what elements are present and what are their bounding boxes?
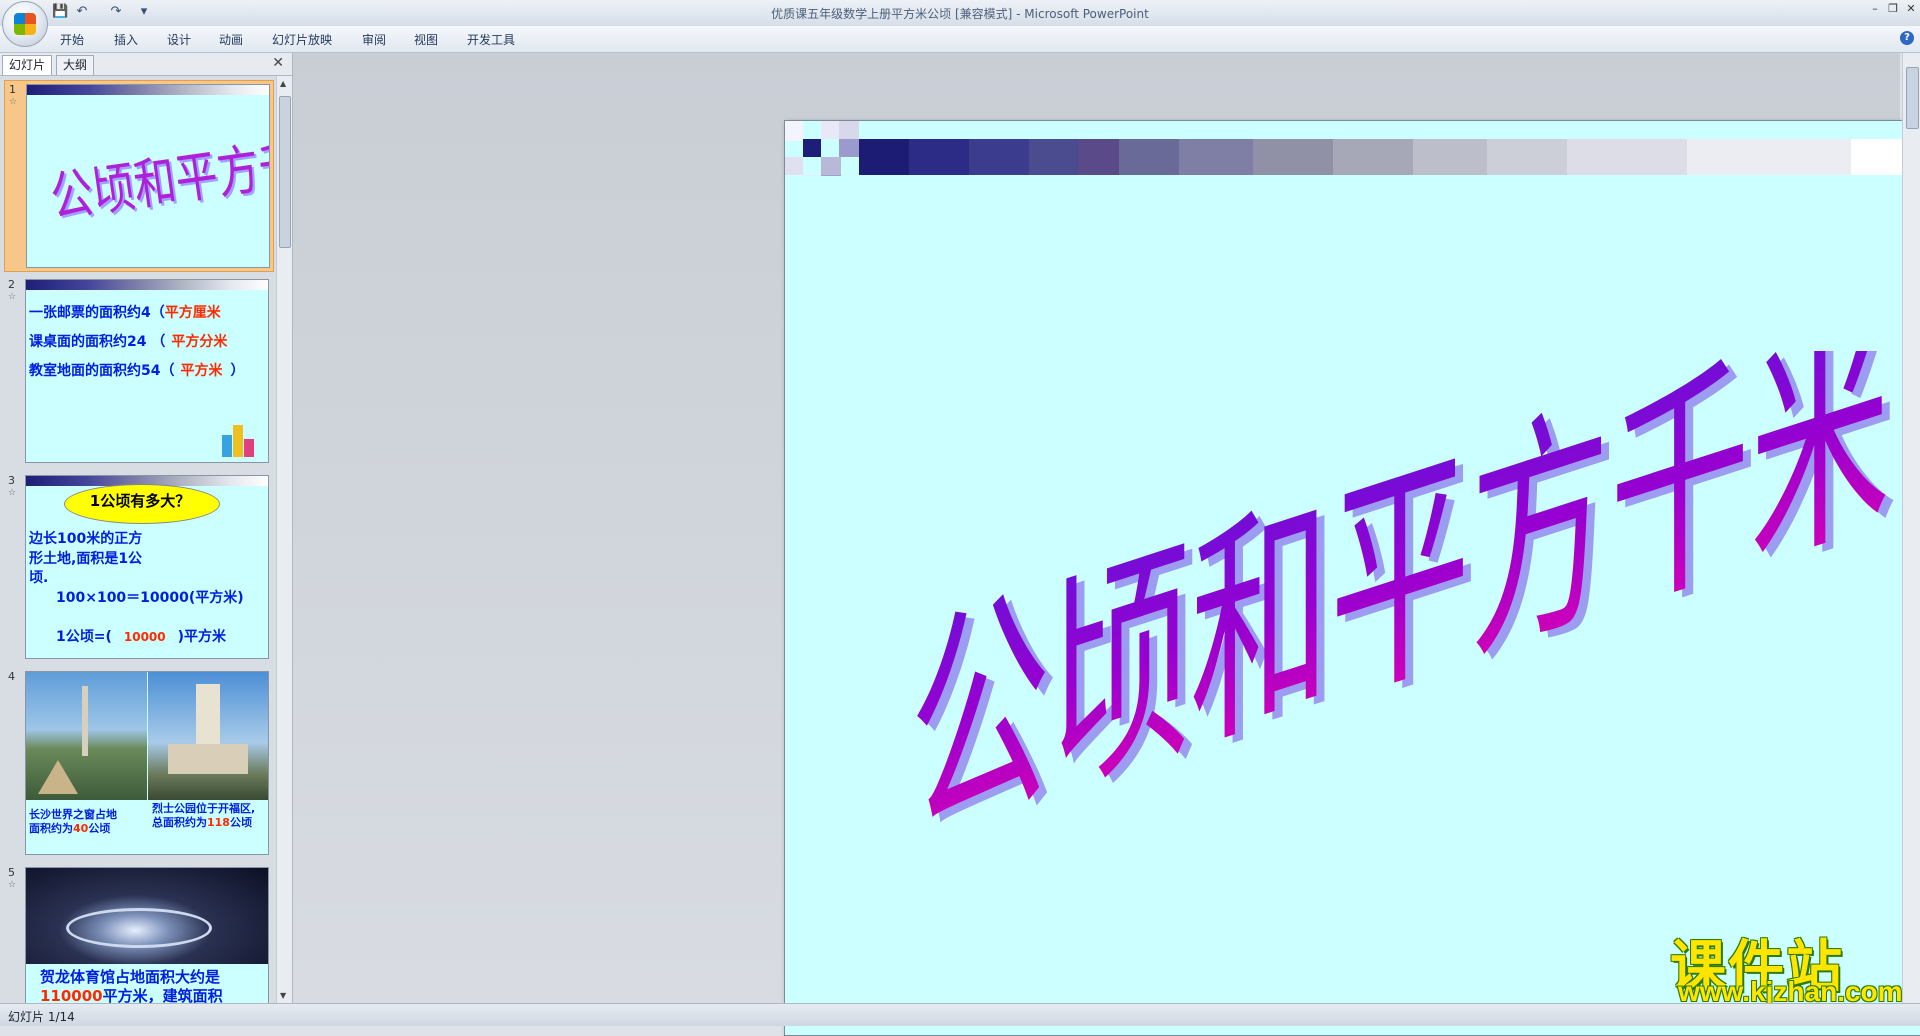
thumb-title: 公顷和平方千米 [46, 125, 270, 230]
current-slide[interactable]: 公顷和平方千米 公顷和平方千米 [784, 120, 1920, 1036]
slides-pane: 幻灯片 大纲 ✕ 1 ☆ 公顷和平方千米 2 ☆ 一张邮票的面积约4（平方厘米 … [0, 53, 293, 1003]
slide-preview: 1公顷有多大？ 边长100米的正方 形土地,面积是1公 顷. 100×100＝1… [25, 475, 269, 659]
pane-tabs: 幻灯片 大纲 ✕ [0, 53, 292, 76]
slide-canvas: 公顷和平方千米 公顷和平方千米 [293, 53, 1920, 1036]
slide-thumbnail-3[interactable]: 3 ☆ 1公顷有多大？ 边长100米的正方 形土地,面积是1公 顷. 100×1… [4, 472, 272, 662]
animation-star-icon: ☆ [9, 97, 18, 107]
slide-preview: 一张邮票的面积约4（平方厘米 课桌面的面积约24 （平方分米 教室地面的面积约5… [25, 279, 269, 463]
caption-right: 烈士公园位于开福区, 总面积约为118公顷 [152, 802, 256, 829]
slide-preview: 贺龙体育馆占地面积大约是 110000平方米，建筑面积 [25, 867, 269, 1003]
thumb-line: 形土地,面积是1公 [29, 551, 143, 567]
slide-preview: 公顷和平方千米 [26, 84, 270, 268]
animation-star-icon: ☆ [8, 292, 17, 302]
slide-title-wordart: 公顷和平方千米 公顷和平方千米 [910, 351, 1898, 851]
tab-insert[interactable]: 插入 [114, 31, 138, 48]
minimize-button[interactable]: – [1866, 2, 1884, 16]
slide-number: 4 [8, 670, 15, 683]
tab-home[interactable]: 开始 [60, 31, 84, 48]
photo-martyrs-park [148, 672, 268, 800]
scroll-down-icon[interactable]: ▼ [280, 991, 286, 1000]
tab-review[interactable]: 审阅 [362, 31, 386, 48]
slide-counter: 幻灯片 1/14 [8, 1010, 75, 1024]
slide-preview: 长沙世界之窗占地 面积约为40公顷 烈士公园位于开福区, 总面积约为118公顷 [25, 671, 269, 855]
thumb-line: 贺龙体育馆占地面积大约是 [40, 968, 221, 986]
slide-thumbnail-2[interactable]: 2 ☆ 一张邮票的面积约4（平方厘米 课桌面的面积约24 （平方分米 教室地面的… [4, 276, 272, 466]
scroll-thumb[interactable] [279, 96, 291, 248]
thumb-line: 顷. [29, 570, 49, 586]
pane-close-icon[interactable]: ✕ [272, 55, 284, 71]
animation-star-icon: ☆ [8, 488, 17, 498]
decorative-strip [26, 280, 268, 290]
scroll-thumb[interactable] [1906, 67, 1919, 129]
tab-developer[interactable]: 开发工具 [467, 31, 515, 48]
thumb-line: 边长100米的正方 [29, 531, 143, 547]
thumbnail-scrollbar[interactable]: ▲ ▼ [276, 76, 292, 1003]
thumb-line: 课桌面的面积约24 （平方分米 [29, 334, 228, 350]
slide-thumbnail-1[interactable]: 1 ☆ 公顷和平方千米 [4, 80, 274, 272]
slide-number: 5 [8, 866, 15, 879]
canvas-scrollbar[interactable] [1902, 53, 1920, 1003]
tab-view[interactable]: 视图 [414, 31, 438, 48]
building-clipart-icon [222, 425, 256, 457]
caption-left: 长沙世界之窗占地 面积约为40公顷 [29, 808, 117, 835]
slide-thumbnail-5[interactable]: 5 ☆ 贺龙体育馆占地面积大约是 110000平方米，建筑面积 [4, 864, 272, 1003]
thumb-line: 教室地面的面积约54（ 平方米） [29, 363, 245, 379]
photo-stadium [26, 868, 268, 964]
office-button[interactable] [2, 1, 48, 47]
slide-number: 3 [8, 474, 15, 487]
decorative-strip [27, 85, 269, 95]
thumb-formula: 100×100＝10000(平方米) [56, 590, 244, 606]
title-bar: 💾 ↶ ↷ ▾ 优质课五年级数学上册平方米公顷 [兼容模式] - Microso… [0, 0, 1920, 47]
thumbnail-list: 1 ☆ 公顷和平方千米 2 ☆ 一张邮票的面积约4（平方厘米 课桌面的面积约24… [0, 76, 275, 1003]
tab-slides[interactable]: 幻灯片 [2, 55, 53, 75]
restore-button[interactable]: ❐ [1884, 2, 1902, 16]
thumb-fill-in: 1公顷=(10000)平方米 [56, 629, 227, 645]
slide-number: 1 [9, 83, 16, 96]
slide-number: 2 [8, 278, 15, 291]
slide-thumbnail-4[interactable]: 4 长沙世界之窗占地 面积约为40公顷 烈士公园位于开福区, 总面积约为118公… [4, 668, 272, 858]
thumb-line: 110000平方米，建筑面积 [40, 987, 223, 1003]
slide-title-text: 公顷和平方千米 [910, 351, 1890, 851]
ribbon-tabs: 开始 插入 设计 动画 幻灯片放映 审阅 视图 开发工具 ? [0, 26, 1920, 53]
scroll-up-icon[interactable]: ▲ [280, 79, 286, 88]
tab-outline[interactable]: 大纲 [56, 55, 95, 75]
help-icon[interactable]: ? [1900, 31, 1914, 45]
tab-design[interactable]: 设计 [167, 31, 191, 48]
photo-window-of-world [26, 672, 147, 800]
tab-slideshow[interactable]: 幻灯片放映 [272, 31, 332, 48]
tab-animation[interactable]: 动画 [219, 31, 243, 48]
decorative-pixel-strip [785, 121, 1920, 176]
animation-star-icon: ☆ [8, 880, 17, 890]
window-title: 优质课五年级数学上册平方米公顷 [兼容模式] - Microsoft Power… [771, 7, 1149, 21]
close-button[interactable]: ✕ [1902, 2, 1920, 16]
status-bar: 幻灯片 1/14 [0, 1003, 1920, 1026]
bubble-text: 1公顷有多大？ [89, 492, 191, 510]
thumb-line: 一张邮票的面积约4（平方厘米 [29, 305, 221, 321]
office-logo-icon [14, 13, 36, 35]
